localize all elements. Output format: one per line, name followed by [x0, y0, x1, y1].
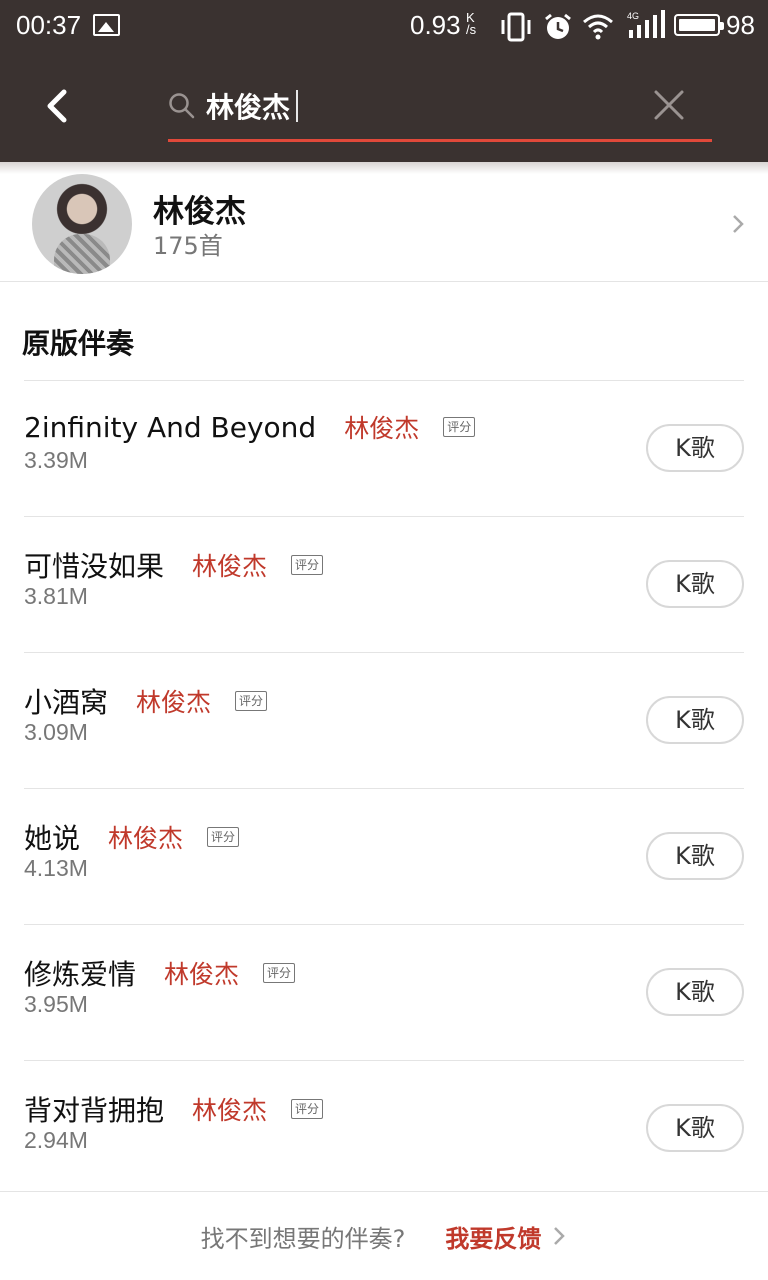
score-tag: 评分 [291, 1099, 324, 1119]
artist-name: 林俊杰 [153, 194, 246, 230]
song-size: 4.13M [24, 855, 88, 881]
battery-level: 98 [726, 10, 755, 40]
song-line: 小酒窝 林俊杰 评分 [24, 681, 268, 721]
song-artist[interactable]: 林俊杰 [108, 819, 183, 855]
back-button[interactable] [38, 84, 78, 128]
score-tag: 评分 [263, 963, 296, 983]
song-artist[interactable]: 林俊杰 [164, 955, 239, 991]
song-line: 可惜没如果 林俊杰 评分 [24, 545, 324, 585]
signal-icon: 4G [627, 10, 665, 38]
song-title: 2infinity And Beyond [24, 410, 317, 444]
artist-song-count: 175首 [153, 232, 223, 260]
score-tag: 评分 [235, 691, 268, 711]
song-title: 她说 [24, 822, 81, 855]
search-input[interactable] [206, 84, 646, 128]
song-row[interactable]: 背对背拥抱 林俊杰 评分 2.94M K歌 [24, 1061, 744, 1197]
footer: 找不到想要的伴奏? 我要反馈 [0, 1192, 768, 1280]
song-artist[interactable]: 林俊杰 [192, 1091, 267, 1127]
song-size: 3.81M [24, 583, 88, 609]
net-speed-unit: K/s [466, 10, 477, 37]
sing-button[interactable]: K歌 [646, 832, 744, 880]
chevron-right-icon[interactable] [551, 1224, 567, 1248]
song-line: 背对背拥抱 林俊杰 评分 [24, 1089, 324, 1129]
image-notification-icon [93, 14, 120, 36]
song-size: 3.95M [24, 991, 88, 1017]
score-tag: 评分 [291, 555, 324, 575]
song-row[interactable]: 小酒窝 林俊杰 评分 3.09M K歌 [24, 653, 744, 789]
song-title: 修炼爱情 [24, 958, 137, 991]
sing-button[interactable]: K歌 [646, 560, 744, 608]
song-title: 小酒窝 [24, 686, 109, 719]
wifi-icon [583, 14, 613, 40]
footer-question: 找不到想要的伴奏? [200, 1224, 406, 1253]
song-row[interactable]: 2infinity And Beyond 林俊杰 评分 3.39M K歌 [24, 381, 744, 517]
search-header [0, 54, 768, 162]
song-line: 修炼爱情 林俊杰 评分 [24, 953, 296, 993]
score-tag: 评分 [443, 417, 476, 437]
song-row[interactable]: 她说 林俊杰 评分 4.13M K歌 [24, 789, 744, 925]
sing-button[interactable]: K歌 [646, 968, 744, 1016]
song-row[interactable]: 可惜没如果 林俊杰 评分 3.81M K歌 [24, 517, 744, 653]
song-size: 3.39M [24, 447, 88, 473]
song-artist[interactable]: 林俊杰 [136, 683, 211, 719]
chevron-right-icon [733, 215, 744, 233]
song-title: 背对背拥抱 [24, 1094, 165, 1127]
song-line: 她说 林俊杰 评分 [24, 817, 240, 857]
status-bar: 00:37 0.93 K/s 4G 98 [0, 0, 768, 54]
status-time: 00:37 [16, 10, 82, 40]
song-artist[interactable]: 林俊杰 [192, 547, 267, 583]
battery-icon [674, 14, 724, 36]
sing-button[interactable]: K歌 [646, 696, 744, 744]
feedback-link[interactable]: 我要反馈 [445, 1219, 541, 1254]
search-box[interactable] [168, 78, 712, 142]
song-title: 可惜没如果 [24, 550, 165, 583]
score-tag: 评分 [207, 827, 240, 847]
section-title: 原版伴奏 [22, 327, 135, 360]
sing-button[interactable]: K歌 [646, 1104, 744, 1152]
net-speed: 0.93 [410, 10, 461, 40]
song-artist[interactable]: 林俊杰 [344, 409, 419, 445]
song-line: 2infinity And Beyond 林俊杰 评分 [24, 409, 476, 445]
avatar [32, 174, 132, 274]
clear-search-button[interactable] [652, 88, 686, 122]
network-type-label: 4G [627, 11, 639, 21]
song-size: 2.94M [24, 1127, 88, 1153]
alarm-icon [545, 13, 571, 39]
song-row[interactable]: 修炼爱情 林俊杰 评分 3.95M K歌 [24, 925, 744, 1061]
sing-button[interactable]: K歌 [646, 424, 744, 472]
vibrate-icon [501, 12, 531, 42]
text-cursor [296, 90, 298, 122]
artist-card[interactable]: 林俊杰 175首 [0, 162, 768, 282]
search-icon [169, 93, 195, 119]
song-size: 3.09M [24, 719, 88, 745]
